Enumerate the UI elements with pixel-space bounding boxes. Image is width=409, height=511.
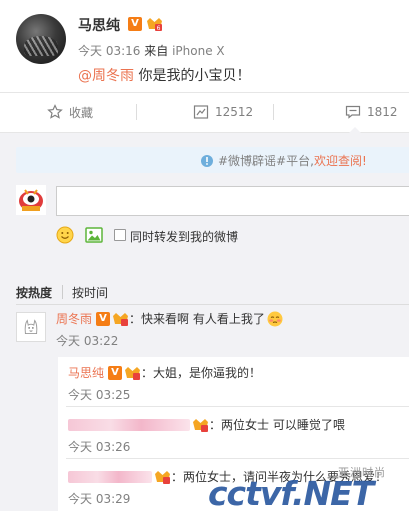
caret-indicator [348,127,362,134]
favorite-button[interactable]: 收藏 [47,98,93,126]
repost-checkbox[interactable] [114,229,126,241]
svg-text:6: 6 [157,25,161,31]
blurred-username[interactable] [68,418,190,431]
reply-line: ：两位女士 可以睡觉了喂 [68,416,345,433]
post-meta: 今天 03:16 来自 iPhone X [78,42,225,59]
separator [136,104,137,120]
alert-icon [201,154,213,167]
repost-checkbox-label[interactable]: 同时转发到我的微博 [130,228,238,245]
vip-crown-icon[interactable]: 6 [146,16,163,31]
post-content: @周冬雨 你是我的小宝贝！ [78,65,250,85]
embarrassed-emoji-icon [267,311,283,326]
repost-icon [193,105,209,119]
reply-time: 今天 03:26 [68,440,131,454]
comment-time: 今天 03:22 [56,334,119,348]
vip-crown-icon[interactable] [124,365,141,380]
reply-author[interactable]: 马思纯 [68,364,104,381]
notice-text: #微博辟谣#平台, [218,154,314,168]
watermark-logo: cctvf.NET [208,474,374,511]
sort-by-time-tab[interactable]: 按时间 [72,284,108,301]
commenter-avatar[interactable] [16,312,46,342]
weibo-logo-icon [16,185,46,215]
vip-crown-icon[interactable] [112,311,129,326]
comment-line: 周冬雨 V ：快来看啊 有人看上我了 [56,310,283,327]
comment-count: 1812 [367,105,398,119]
star-icon [47,104,63,119]
comment-icon [345,105,361,119]
reply-time: 今天 03:25 [68,388,131,402]
divider [66,458,409,459]
comment-text: ：快来看啊 有人看上我了 [129,312,265,326]
separator [62,285,63,299]
commenter-name[interactable]: 周冬雨 [56,310,92,327]
post-text: 你是我的小宝贝！ [134,68,251,84]
post-device: iPhone X [172,44,225,58]
divider [16,304,409,305]
verified-v-icon: V [108,365,123,380]
image-icon[interactable] [85,226,103,244]
mention-link[interactable]: @周冬雨 [78,68,134,84]
divider [66,406,409,407]
reply-time: 今天 03:29 [68,492,131,506]
verified-v-icon: V [128,17,142,31]
notice-content: #微博辟谣#平台, 欢迎查阅! [200,152,367,169]
repost-count: 12512 [215,105,254,119]
emoji-icon[interactable] [56,226,74,244]
reply-line: 马思纯 V ：大姐，是你逼我的！ [68,364,261,381]
divider [0,92,409,93]
favorite-label: 收藏 [69,105,94,120]
sort-by-hot-tab[interactable]: 按热度 [16,284,52,301]
comment-input[interactable] [56,186,409,216]
notice-link[interactable]: 欢迎查阅! [314,152,367,169]
separator [273,104,274,120]
vip-crown-icon[interactable] [192,417,209,432]
verified-v-icon: V [96,311,111,326]
author-name[interactable]: 马思纯 [78,15,120,35]
from-label: 来自 [144,44,169,58]
author-avatar[interactable] [16,14,66,64]
vip-crown-icon[interactable] [154,469,171,484]
reply-text: ：两位女士 可以睡觉了喂 [209,418,345,432]
repost-button[interactable]: 12512 [193,98,253,126]
post-time[interactable]: 今天 03:16 [78,44,140,58]
reply-text: ：大姐，是你逼我的！ [141,366,262,380]
comment-button[interactable]: 1812 [345,98,398,126]
blurred-username[interactable] [68,470,152,483]
